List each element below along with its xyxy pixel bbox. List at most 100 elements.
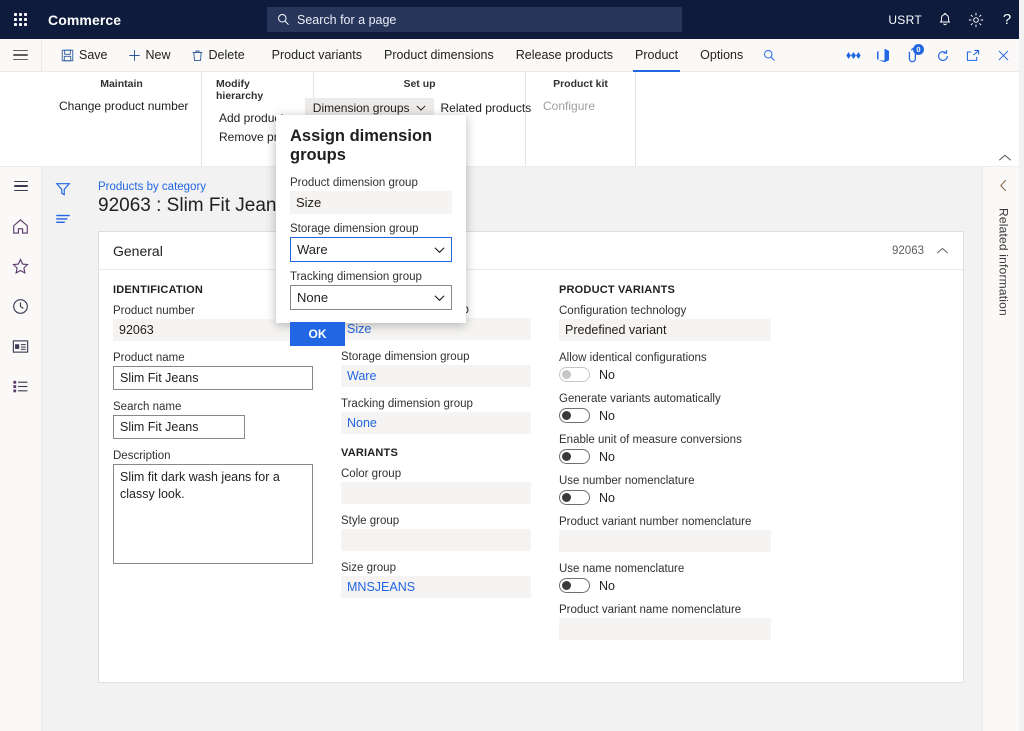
open-in-new-window-icon[interactable] xyxy=(958,39,988,72)
tab-release-products[interactable]: Release products xyxy=(505,39,624,72)
assign-dimension-groups-flyout: Assign dimension groups Product dimensio… xyxy=(276,115,466,323)
change-product-number-link[interactable]: Change product number xyxy=(56,98,191,114)
tab-label: Product dimensions xyxy=(384,48,494,62)
related-products-link[interactable]: Related products xyxy=(438,98,535,116)
tracking-dimension-group-value[interactable]: None xyxy=(341,412,531,434)
product-name-label: Product name xyxy=(113,352,313,364)
attachments-icon[interactable]: 0 xyxy=(898,39,928,72)
chevron-up-icon[interactable] xyxy=(936,247,949,255)
description-textarea[interactable]: Slim fit dark wash jeans for a classy lo… xyxy=(113,464,313,564)
allow-identical-configurations-field: Allow identical configurations No xyxy=(559,352,771,382)
chevron-up-icon[interactable] xyxy=(998,154,1012,162)
use-name-nomenclature-label: Use name nomenclature xyxy=(559,563,771,575)
save-button-label: Save xyxy=(79,48,108,62)
product-variant-name-nomenclature-field: Product variant name nomenclature xyxy=(559,604,771,640)
generate-variants-automatically-field: Generate variants automatically No xyxy=(559,393,771,423)
use-name-nomenclature-value: No xyxy=(599,579,615,593)
configure-link: Configure xyxy=(540,98,598,114)
search-icon xyxy=(277,13,290,26)
flyout-storage-dimension-group-select[interactable]: Ware xyxy=(290,237,452,262)
recent-clock-icon[interactable] xyxy=(8,293,34,319)
chevron-down-icon xyxy=(434,294,445,301)
enable-unit-of-measure-conversions-toggle[interactable] xyxy=(559,449,590,464)
tab-product[interactable]: Product xyxy=(624,39,689,72)
gear-icon[interactable] xyxy=(968,0,984,39)
general-card-title: General xyxy=(113,243,163,259)
question-icon[interactable]: ? xyxy=(1000,0,1014,39)
close-icon[interactable] xyxy=(988,39,1018,72)
ribbon-group-title: Product kit xyxy=(553,78,608,90)
favorites-star-icon[interactable] xyxy=(8,253,34,279)
flyout-ok-button[interactable]: OK xyxy=(290,322,345,346)
color-group-label: Color group xyxy=(341,468,531,480)
size-group-value[interactable]: MNSJEANS xyxy=(341,576,531,598)
list-lines-icon[interactable] xyxy=(55,213,71,225)
flyout-storage-dimension-group-value: Ware xyxy=(297,242,328,257)
tab-product-dimensions[interactable]: Product dimensions xyxy=(373,39,505,72)
flyout-storage-dimension-group-label: Storage dimension group xyxy=(290,223,452,235)
use-number-nomenclature-toggle[interactable] xyxy=(559,490,590,505)
company-selector[interactable]: USRT xyxy=(888,0,922,39)
dimension-groups-label: Dimension groups xyxy=(313,101,410,115)
flyout-tracking-dimension-group-select[interactable]: None xyxy=(290,285,452,310)
use-name-nomenclature-toggle[interactable] xyxy=(559,578,590,593)
left-navigation-rail xyxy=(0,167,42,731)
command-bar-right-actions: 0 xyxy=(838,39,1018,72)
style-group-field: Style group xyxy=(341,515,531,551)
tab-label: Product xyxy=(635,48,678,62)
related-information-label[interactable]: Related information xyxy=(997,208,1011,316)
office-icon[interactable] xyxy=(868,39,898,72)
search-icon[interactable] xyxy=(754,49,784,62)
product-name-field: Product name xyxy=(113,352,313,390)
page-content: Products by category 92063 : Slim Fit Je… xyxy=(84,167,982,731)
enable-unit-of-measure-conversions-field: Enable unit of measure conversions No xyxy=(559,434,771,464)
description-field: Description Slim fit dark wash jeans for… xyxy=(113,450,313,569)
app-launcher-icon[interactable] xyxy=(0,0,40,39)
general-card-header[interactable]: General 92063 xyxy=(99,232,963,270)
use-number-nomenclature-value: No xyxy=(599,491,615,505)
command-tabs: Product variants Product dimensions Rele… xyxy=(261,39,785,72)
global-search-input[interactable]: Search for a page xyxy=(267,7,682,32)
product-name-input[interactable] xyxy=(113,366,313,390)
workspaces-icon[interactable] xyxy=(8,333,34,359)
tab-label: Options xyxy=(700,48,743,62)
trash-icon xyxy=(191,49,204,62)
variants-section-label: VARIANTS xyxy=(341,447,531,459)
delete-button-label: Delete xyxy=(209,48,245,62)
home-icon[interactable] xyxy=(8,213,34,239)
storage-dimension-group-label: Storage dimension group xyxy=(341,351,531,363)
related-information-rail: Related information xyxy=(982,167,1024,731)
new-button-label: New xyxy=(146,48,171,62)
refresh-icon[interactable] xyxy=(928,39,958,72)
filter-funnel-icon[interactable] xyxy=(55,181,71,197)
modules-list-icon[interactable] xyxy=(8,373,34,399)
ribbon-group-product-kit: Product kit Configure xyxy=(526,72,636,166)
storage-dimension-group-value[interactable]: Ware xyxy=(341,365,531,387)
color-group-value[interactable] xyxy=(341,482,531,504)
product-variant-number-nomenclature-value xyxy=(559,530,771,552)
save-button[interactable]: Save xyxy=(51,39,118,72)
breadcrumb[interactable]: Products by category xyxy=(98,181,982,193)
generate-variants-automatically-toggle[interactable] xyxy=(559,408,590,423)
new-button[interactable]: New xyxy=(118,39,181,72)
gems-icon[interactable] xyxy=(838,39,868,72)
tab-options[interactable]: Options xyxy=(689,39,754,72)
delete-button[interactable]: Delete xyxy=(181,39,255,72)
chevron-down-icon xyxy=(416,105,426,111)
allow-identical-configurations-toggle xyxy=(559,367,590,382)
use-name-nomenclature-field: Use name nomenclature No xyxy=(559,563,771,593)
enable-unit-of-measure-conversions-label: Enable unit of measure conversions xyxy=(559,434,771,446)
hamburger-icon[interactable] xyxy=(8,173,34,199)
chevron-left-icon[interactable] xyxy=(999,179,1008,192)
search-name-input[interactable] xyxy=(113,415,245,439)
style-group-value[interactable] xyxy=(341,529,531,551)
right-scroll-edge xyxy=(1019,0,1024,731)
global-search-placeholder: Search for a page xyxy=(297,13,396,27)
general-card: General 92063 IDENTIFICATION Product num… xyxy=(98,231,964,683)
flyout-product-dimension-group-field: Product dimension group Size xyxy=(290,177,452,214)
ribbon-group-title: Maintain xyxy=(100,78,143,90)
tab-product-variants[interactable]: Product variants xyxy=(261,39,373,72)
hamburger-icon[interactable] xyxy=(0,39,42,72)
brand-title: Commerce xyxy=(48,12,121,28)
bell-icon[interactable] xyxy=(938,0,952,39)
